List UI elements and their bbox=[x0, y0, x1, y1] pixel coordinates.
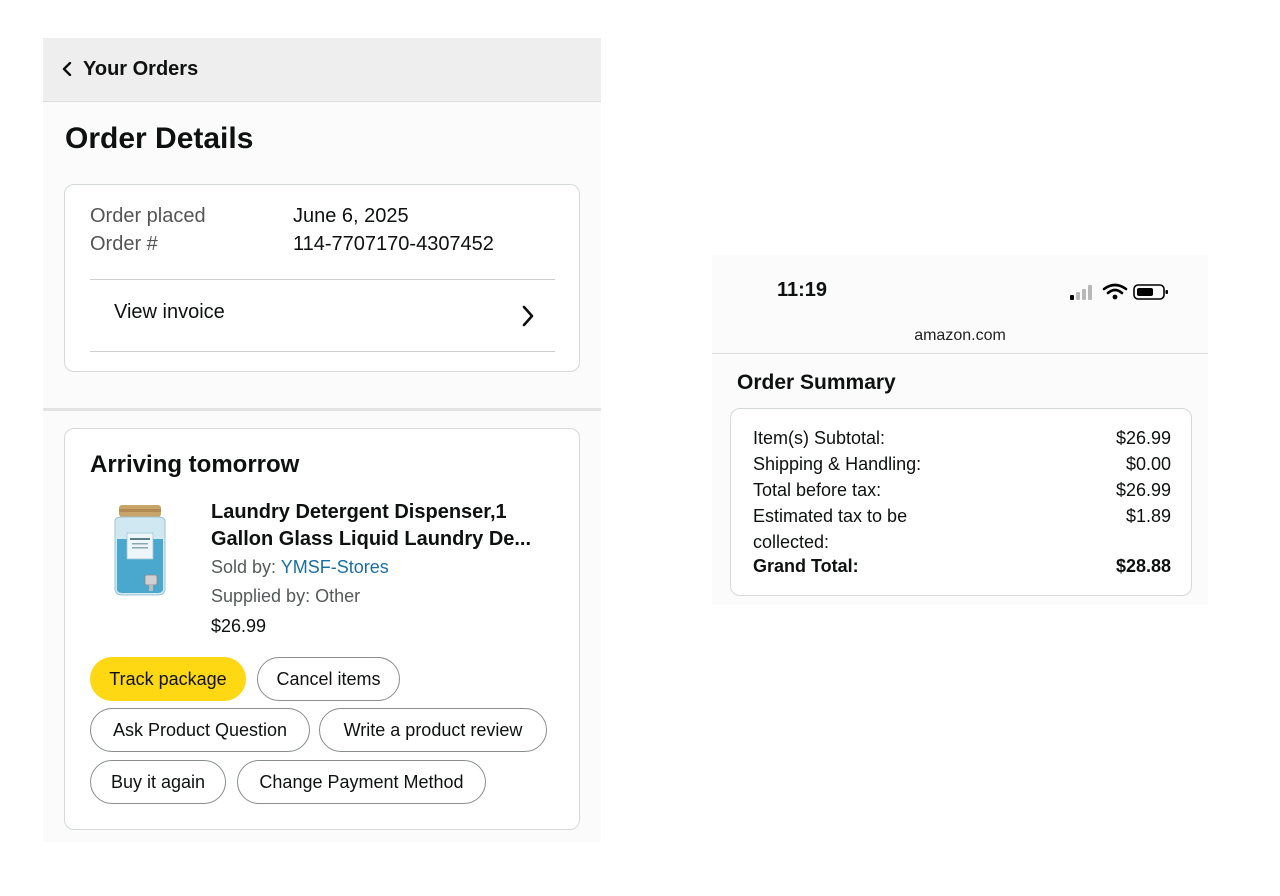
back-to-orders-link[interactable]: Your Orders bbox=[61, 58, 198, 80]
write-review-button[interactable]: Write a product review bbox=[319, 708, 547, 752]
grand-total-label: Grand Total: bbox=[753, 556, 859, 576]
page-title: Order Details bbox=[65, 122, 254, 155]
section-separator bbox=[43, 408, 601, 411]
summary-value: $1.89 bbox=[1125, 506, 1171, 526]
product-title-link[interactable]: Laundry Detergent Dispenser,1 Gallon Gla… bbox=[211, 499, 561, 553]
top-nav-bar: Your Orders bbox=[43, 38, 601, 102]
sold-by-label: Sold by: bbox=[211, 557, 277, 577]
summary-row: Estimated tax to be collected: $1.89 bbox=[753, 503, 1171, 555]
grand-total-value: $28.88 bbox=[1115, 556, 1171, 576]
wifi-icon bbox=[1102, 283, 1128, 300]
shipment-card: Arriving tomorrow Laundry Detergent Disp… bbox=[64, 428, 580, 830]
order-details-panel: Your Orders Order Details Order placed J… bbox=[43, 38, 601, 842]
order-number-value: 114-7707170-4307452 bbox=[293, 233, 494, 255]
product-title-line-2: Gallon Glass Liquid Laundry De... bbox=[211, 528, 532, 550]
signal-icon bbox=[1070, 285, 1092, 300]
product-title-line-1: Laundry Detergent Dispenser,1 bbox=[211, 501, 507, 523]
order-number-label: Order # bbox=[90, 233, 158, 255]
status-time: 11:19 bbox=[777, 279, 828, 301]
status-icons bbox=[1070, 283, 1168, 300]
chevron-right-icon bbox=[522, 305, 534, 327]
sold-by: Sold by: YMSF-Stores bbox=[211, 557, 389, 578]
order-info-card: Order placed June 6, 2025 Order # 114-77… bbox=[64, 184, 580, 372]
order-placed-value: June 6, 2025 bbox=[293, 205, 409, 227]
summary-label: Shipping & Handling: bbox=[753, 454, 922, 474]
divider bbox=[90, 351, 555, 352]
divider bbox=[90, 279, 555, 280]
ask-product-question-button[interactable]: Ask Product Question bbox=[90, 708, 310, 752]
cancel-items-button[interactable]: Cancel items bbox=[257, 657, 400, 701]
battery-icon bbox=[1133, 284, 1168, 300]
track-package-button[interactable]: Track package bbox=[90, 657, 246, 701]
supplied-by: Supplied by: Other bbox=[211, 586, 361, 606]
summary-value: $0.00 bbox=[1125, 454, 1171, 474]
order-summary-title: Order Summary bbox=[737, 371, 896, 394]
delivery-status: Arriving tomorrow bbox=[90, 451, 300, 478]
order-placed-label: Order placed bbox=[90, 205, 206, 227]
product-price: $26.99 bbox=[211, 616, 267, 636]
summary-label: Item(s) Subtotal: bbox=[753, 428, 886, 448]
summary-label: Estimated tax to be collected: bbox=[753, 506, 908, 552]
view-invoice-row[interactable]: View invoice bbox=[90, 281, 555, 351]
order-summary-screenshot: 11:19 amazon.com Order Summary Item(s) S… bbox=[712, 255, 1208, 605]
divider bbox=[712, 353, 1208, 354]
change-payment-button[interactable]: Change Payment Method bbox=[237, 760, 486, 804]
buy-again-button[interactable]: Buy it again bbox=[90, 760, 226, 804]
seller-link[interactable]: YMSF-Stores bbox=[281, 557, 389, 577]
product-image[interactable] bbox=[105, 503, 175, 599]
browser-domain: amazon.com bbox=[914, 327, 1006, 344]
back-label: Your Orders bbox=[83, 57, 199, 80]
order-summary-card: Item(s) Subtotal: $26.99 Shipping & Hand… bbox=[730, 408, 1192, 596]
summary-value: $26.99 bbox=[1115, 480, 1171, 500]
view-invoice-label: View invoice bbox=[114, 301, 225, 323]
summary-value: $26.99 bbox=[1115, 428, 1171, 448]
chevron-left-icon bbox=[62, 62, 72, 76]
summary-label: Total before tax: bbox=[753, 480, 882, 500]
